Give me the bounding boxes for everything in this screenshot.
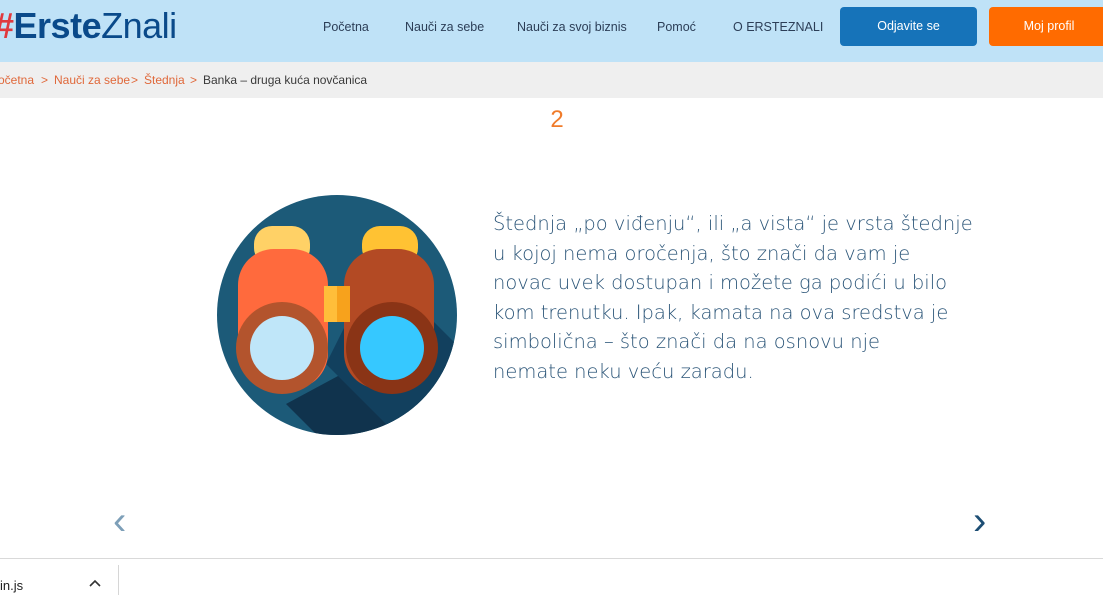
logout-button[interactable]: Odjavite se <box>840 7 977 46</box>
nav-nauci-za-sebe[interactable]: Nauči za sebe <box>405 20 484 34</box>
profile-button[interactable]: Moj profil <box>989 7 1103 46</box>
logo-znali: Znali <box>101 5 177 46</box>
slide-text-line: novac uvek dostupan i možete ga podići u… <box>493 271 948 294</box>
breadcrumb-link-stednja[interactable]: Štednja <box>144 62 185 98</box>
download-filename[interactable]: in.js <box>0 578 23 593</box>
slide-text-line: simbolična – što znači da na osnovu nje <box>493 330 880 353</box>
nav-o-ersteznali[interactable]: O ERSTEZNALI <box>733 20 823 34</box>
breadcrumb-link-nauci-za-sebe[interactable]: Nauči za sebe <box>54 62 130 98</box>
slide-text-line: nemate neku veću zaradu. <box>493 359 754 383</box>
next-slide-arrow-icon[interactable]: › <box>973 498 986 544</box>
slide-text-line: u kojoj nema oročenja, što znači da vam … <box>493 241 911 265</box>
chevron-up-icon[interactable] <box>88 577 102 591</box>
binoculars-icon <box>217 195 457 435</box>
breadcrumb: očetna > Nauči za sebe > Štednja > Banka… <box>0 62 1103 98</box>
nav-pocetna[interactable]: Početna <box>323 20 369 34</box>
previous-slide-arrow-icon[interactable]: ‹ <box>113 498 126 544</box>
breadcrumb-current: Banka – druga kuća novčanica <box>203 73 368 87</box>
logo-erste: Erste <box>13 5 102 46</box>
ersteznali-logo[interactable]: #ErsteZnali <box>0 6 177 46</box>
breadcrumb-separator: > <box>131 73 139 87</box>
nav-nauci-za-biznis[interactable]: Nauči za svoj biznis <box>517 20 627 34</box>
breadcrumb-separator: > <box>41 73 49 87</box>
logo-hash: # <box>0 5 14 46</box>
slide-text: Štednja „po viđenju“, ili „a vista“ je v… <box>493 209 973 386</box>
divider <box>118 565 119 595</box>
site-header: #ErsteZnali Početna Nauči za sebe Nauči … <box>0 0 1103 62</box>
nav-pomoc[interactable]: Pomoć <box>657 20 696 34</box>
download-bar: in.js <box>0 558 1103 596</box>
slide-text-line: kom trenutku. Ipak, kamata na ova sredst… <box>493 300 949 324</box>
breadcrumb-separator: > <box>190 73 198 87</box>
slide-number: 2 <box>550 106 564 133</box>
breadcrumb-link-pocetna[interactable]: očetna <box>0 62 34 98</box>
slide-text-line: Štednja „po viđenju“, ili „a vista“ je v… <box>493 212 973 235</box>
